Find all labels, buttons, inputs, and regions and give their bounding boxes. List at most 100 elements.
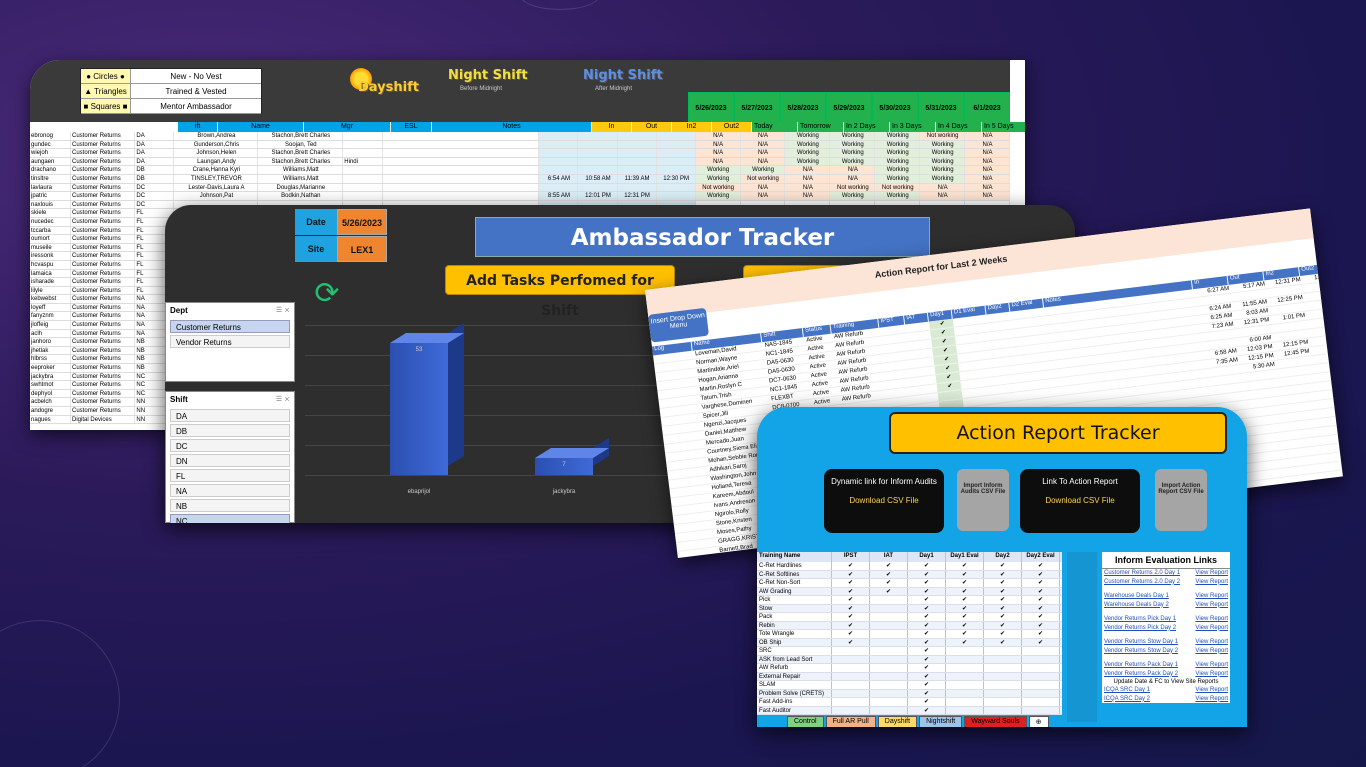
eval-link[interactable]: Customer Returns 2.0 Day 2 xyxy=(1102,578,1192,587)
table-row[interactable]: tinsltre Customer Returns DB TINSLEY,TREVOR… xyxy=(30,174,1010,184)
sheet-tab[interactable]: Nightshift xyxy=(919,716,963,727)
table-row[interactable]: Problem Solve (CRETS) ✔ xyxy=(757,689,1062,698)
check-icon xyxy=(870,706,908,714)
table-row[interactable]: ASK from Lead Sort ✔ xyxy=(757,655,1062,664)
table-row[interactable]: External Repair ✔ xyxy=(757,672,1062,681)
view-report-link[interactable]: View Report xyxy=(1192,647,1230,656)
eval-link[interactable]: Vendor Returns Pack Day 2 xyxy=(1102,670,1192,679)
view-report-link[interactable]: View Report xyxy=(1192,569,1230,578)
add-tasks-button[interactable]: Add Tasks Perfomed for Shift xyxy=(445,265,675,319)
table-row[interactable]: Fast Auditor ✔ xyxy=(757,706,1062,715)
table-row[interactable]: SLAM ✔ xyxy=(757,681,1062,690)
table-row[interactable]: aungaen Customer Returns DA Laungan,Andy Sta… xyxy=(30,157,1010,167)
slicer-item[interactable]: Customer Returns xyxy=(170,320,290,333)
check-icon: ✔ xyxy=(984,613,1022,621)
table-row[interactable]: gundec Customer Returns DA Gunderson,Chris S… xyxy=(30,140,1010,150)
action-report-link-box[interactable]: Link To Action Report Download CSV File xyxy=(1020,469,1140,533)
cell-time xyxy=(539,132,579,140)
slicer-item[interactable]: DC xyxy=(170,439,290,452)
sheet-tab[interactable]: Wayward Souls xyxy=(964,716,1027,727)
eval-link[interactable]: Warehouse Deals Day 1 xyxy=(1102,592,1192,601)
view-report-link[interactable]: View Report xyxy=(1192,695,1230,704)
view-report-link[interactable]: View Report xyxy=(1192,624,1230,633)
eval-link[interactable]: ICQA SRC Day 2 xyxy=(1102,695,1192,704)
view-report-link[interactable]: View Report xyxy=(1192,601,1230,610)
cell-name: TINSLEY,TREVOR xyxy=(174,174,259,183)
sheet-tab[interactable]: Full AR Pull xyxy=(825,716,876,727)
inform-audits-link-box[interactable]: Dynamic link for Inform Audits Download … xyxy=(824,469,944,533)
table-row[interactable]: C-Ret Softlines ✔ ✔ ✔ ✔ ✔ ✔ xyxy=(757,570,1062,579)
eval-link[interactable]: Vendor Returns Stow Day 1 xyxy=(1102,638,1192,647)
cell-day-status: Working xyxy=(785,140,831,149)
view-report-link[interactable]: View Report xyxy=(1192,638,1230,647)
cell-mgr: Soojan, Ted xyxy=(258,140,344,149)
view-report-link[interactable]: View Report xyxy=(1192,578,1230,587)
view-report-link[interactable]: View Report xyxy=(1192,661,1230,670)
site-value[interactable]: LEX1 xyxy=(337,236,387,262)
import-action-csv-button[interactable]: Import Action Report CSV File xyxy=(1155,469,1207,531)
sheet-tab[interactable]: ⊕ xyxy=(1028,716,1049,727)
training-name: SLAM xyxy=(757,681,832,689)
cell-dept: Customer Returns xyxy=(71,235,136,243)
eval-link[interactable]: ICQA SRC Day 1 xyxy=(1102,686,1192,695)
slicer-item[interactable]: DA xyxy=(170,409,290,422)
check-icon xyxy=(984,664,1022,672)
eval-link[interactable]: Vendor Returns Pack Day 1 xyxy=(1102,661,1192,670)
table-row[interactable]: AW Grading ✔ ✔ ✔ ✔ ✔ ✔ xyxy=(757,587,1062,596)
view-report-link[interactable]: View Report xyxy=(1192,686,1230,695)
cell-login: loyeff xyxy=(30,303,72,312)
view-report-link[interactable]: View Report xyxy=(1192,592,1230,601)
cell-day-status: N/A xyxy=(695,132,741,140)
cell-day-status: Working xyxy=(830,149,876,157)
col-notes: Notes xyxy=(432,122,592,132)
inform-audits-link[interactable]: Dynamic link for Inform Audits xyxy=(831,477,937,486)
table-row[interactable]: Pick ✔ ✔ ✔ ✔ ✔ xyxy=(757,596,1062,605)
insert-drop-down-menu-button[interactable]: Insert Drop Down Menu xyxy=(648,307,710,343)
view-report-link[interactable]: View Report xyxy=(1192,615,1230,624)
table-row[interactable]: SRC ✔ xyxy=(757,647,1062,656)
download-action-csv[interactable]: Download CSV File xyxy=(1020,496,1140,505)
cell-login: drachano xyxy=(30,166,72,174)
table-row[interactable]: Stow ✔ ✔ ✔ ✔ ✔ xyxy=(757,604,1062,613)
table-row[interactable]: C-Ret Hardlines ✔ ✔ ✔ ✔ ✔ ✔ xyxy=(757,562,1062,571)
eval-link[interactable]: Vendor Returns Pick Day 2 xyxy=(1102,624,1192,633)
eval-link[interactable]: Warehouse Deals Day 2 xyxy=(1102,601,1192,610)
cell-login: jhetlak xyxy=(30,346,72,355)
table-row[interactable]: jpatric Customer Returns DC Johnson,Pat Bodk… xyxy=(30,192,1010,201)
table-row[interactable]: Fast Add-ins ✔ xyxy=(757,698,1062,707)
view-report-link[interactable]: View Report xyxy=(1192,670,1230,679)
table-row[interactable]: Rebin ✔ ✔ ✔ ✔ ✔ xyxy=(757,621,1062,630)
cell-day-status: N/A xyxy=(920,183,966,192)
slicer-item[interactable]: FL xyxy=(170,469,290,482)
slicer-item[interactable]: NC xyxy=(170,514,290,523)
import-inform-csv-button[interactable]: Import Inform Audits CSV File xyxy=(957,469,1009,531)
sheet-tab[interactable]: Dayshift xyxy=(877,716,918,727)
table-row[interactable]: drachano Customer Returns DB Crane,Hanna Ky… xyxy=(30,166,1010,175)
eval-link[interactable]: Vendor Returns Stow Day 2 xyxy=(1102,647,1192,656)
table-row[interactable]: OB Ship ✔ ✔ ✔ ✔ ✔ xyxy=(757,638,1062,647)
table-row[interactable]: Pack ✔ ✔ ✔ ✔ ✔ xyxy=(757,613,1062,622)
slicer-item[interactable]: NA xyxy=(170,484,290,497)
download-inform-csv[interactable]: Download CSV File xyxy=(824,496,944,505)
slicer-item[interactable]: DB xyxy=(170,424,290,437)
slicer-item[interactable]: Vendor Returns xyxy=(170,335,290,348)
table-row[interactable]: wiejoh Customer Returns DA Johnson,Helen Sta… xyxy=(30,149,1010,158)
filter-clear-icon[interactable]: ☰ ⨯ xyxy=(276,306,290,315)
sheet-tab[interactable]: Control xyxy=(787,716,824,727)
eval-link[interactable]: Customer Returns 2.0 Day 1 xyxy=(1102,569,1192,578)
col-mgr: Mgr xyxy=(304,122,391,132)
slicer-item[interactable]: DN xyxy=(170,454,290,467)
table-row[interactable]: Tote Wrangle ✔ ✔ ✔ ✔ ✔ xyxy=(757,630,1062,639)
chart-bar[interactable] xyxy=(390,342,448,475)
check-icon xyxy=(984,706,1022,714)
filter-clear-icon[interactable]: ☰ ⨯ xyxy=(276,395,290,404)
table-row[interactable]: C-Ret Non-Sort ✔ ✔ ✔ ✔ ✔ ✔ xyxy=(757,579,1062,588)
table-row[interactable]: ebronog Customer Returns DA Brown,Andrea Sta… xyxy=(30,132,1010,141)
date-value[interactable]: 5/26/2023 xyxy=(337,209,387,235)
action-report-link[interactable]: Link To Action Report xyxy=(1042,477,1117,486)
slicer-item[interactable]: NB xyxy=(170,499,290,512)
eval-link[interactable]: Vendor Returns Pick Day 1 xyxy=(1102,615,1192,624)
cell-time xyxy=(578,166,618,174)
table-row[interactable]: lavlaura Customer Returns DC Lester-Davis,L… xyxy=(30,183,1010,193)
table-row[interactable]: AW Refurb ✔ xyxy=(757,664,1062,673)
